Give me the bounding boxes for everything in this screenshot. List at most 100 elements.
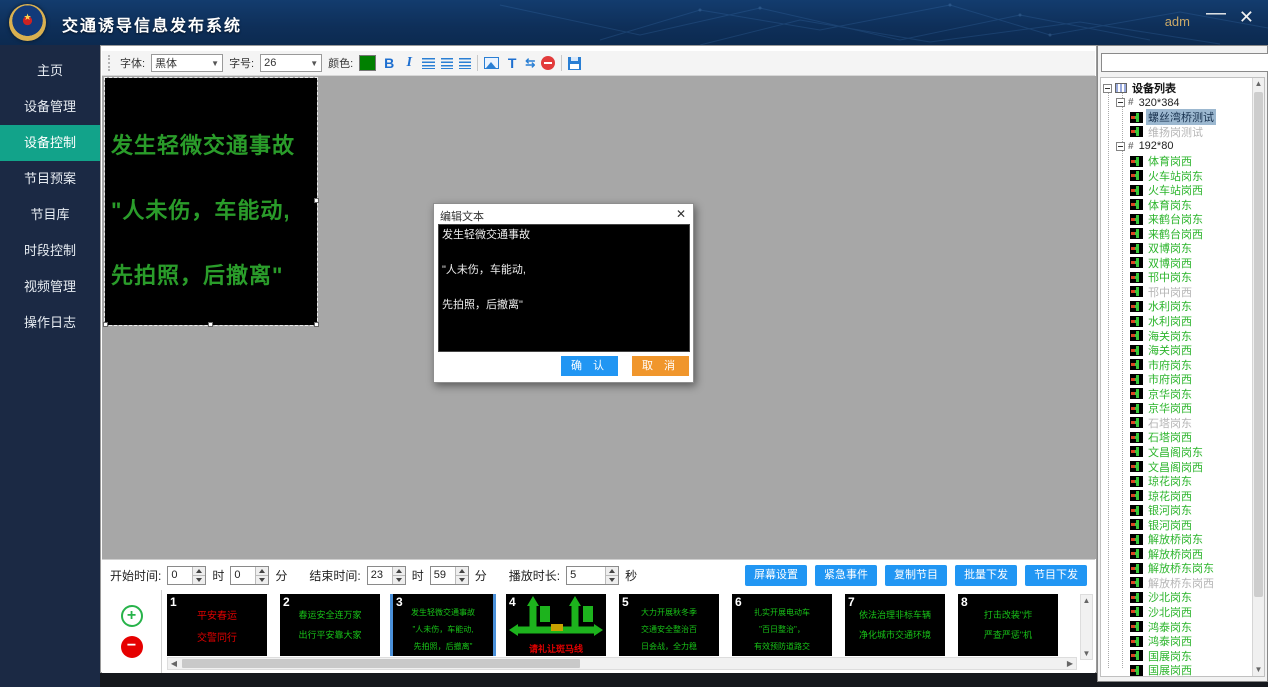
device-node[interactable]: 来鹤台岗西 xyxy=(1103,226,1251,241)
scrollbar-track[interactable] xyxy=(180,658,1064,669)
action-button-0[interactable]: 屏幕设置 xyxy=(745,565,807,586)
resize-handle[interactable] xyxy=(314,198,319,203)
tree-vertical-scrollbar[interactable]: ▲ ▼ xyxy=(1252,78,1264,676)
spin-up-icon[interactable] xyxy=(193,567,205,575)
device-node[interactable]: 海关岗东 xyxy=(1103,328,1251,343)
device-node[interactable]: 来鹤台岗东 xyxy=(1103,212,1251,227)
insert-image-icon[interactable] xyxy=(484,57,499,69)
end-minute-stepper[interactable]: 59 xyxy=(430,566,469,585)
device-node[interactable]: 鸿泰岗东 xyxy=(1103,619,1251,634)
action-button-1[interactable]: 紧急事件 xyxy=(815,565,877,586)
device-tree-root[interactable]: 设备列表 xyxy=(1103,81,1251,96)
sidebar-item-0[interactable]: 主页 xyxy=(0,53,100,89)
device-node[interactable]: 沙北岗东 xyxy=(1103,590,1251,605)
device-node[interactable]: 京华岗西 xyxy=(1103,401,1251,416)
device-node[interactable]: 火车站岗东 xyxy=(1103,168,1251,183)
vertical-scrollbar[interactable]: ▲ ▼ xyxy=(1080,594,1093,660)
device-search-input[interactable] xyxy=(1101,53,1268,72)
spin-up-icon[interactable] xyxy=(606,567,618,575)
spin-up-icon[interactable] xyxy=(256,567,268,575)
device-node[interactable]: 邗中岗东 xyxy=(1103,270,1251,285)
minimize-icon[interactable]: — xyxy=(1206,4,1226,22)
program-thumbnail-8[interactable]: 8打击改装"炸严查严惩"机 xyxy=(958,594,1058,656)
sidebar-item-3[interactable]: 节目预案 xyxy=(0,161,100,197)
program-thumbnail-2[interactable]: 2春运安全连万家出行平安靠大家 xyxy=(280,594,380,656)
spin-up-icon[interactable] xyxy=(456,567,468,575)
device-group-0[interactable]: #320*384 xyxy=(1103,96,1251,111)
collapse-icon[interactable] xyxy=(1103,84,1112,93)
device-node[interactable]: 沙北岗西 xyxy=(1103,605,1251,620)
resize-handle[interactable] xyxy=(314,322,319,327)
duration-stepper[interactable]: 5 xyxy=(566,566,619,585)
spin-down-icon[interactable] xyxy=(606,575,618,584)
sidebar-item-2[interactable]: 设备控制 xyxy=(0,125,100,161)
font-size-select[interactable]: 26▼ xyxy=(260,54,322,72)
editor-canvas[interactable]: 发生轻微交通事故"人未伤，车能动,先拍照，后撤离" 编辑文本 ✕ 发生轻微交通事… xyxy=(102,76,1096,559)
device-node[interactable]: 国展岗西 xyxy=(1103,663,1251,677)
device-node[interactable]: 双博岗西 xyxy=(1103,256,1251,271)
device-node[interactable]: 石塔岗西 xyxy=(1103,430,1251,445)
device-node[interactable]: 解放桥东岗东 xyxy=(1103,561,1251,576)
confirm-button[interactable]: 确 认 xyxy=(561,356,618,376)
horizontal-scrollbar[interactable]: ◀ ▶ xyxy=(167,657,1077,670)
device-node[interactable]: 文昌阁岗东 xyxy=(1103,445,1251,460)
device-group-1[interactable]: #192*80 xyxy=(1103,139,1251,154)
scroll-down-icon[interactable]: ▼ xyxy=(1253,664,1264,676)
spacing-icon[interactable]: ⇆ xyxy=(525,56,535,70)
program-thumbnail-6[interactable]: 6扎实开展电动车"百日整治"，有效预防道路交通事故。 xyxy=(732,594,832,656)
resize-handle[interactable] xyxy=(103,322,108,327)
device-node[interactable]: 维扬岗测试 xyxy=(1103,125,1251,140)
collapse-icon[interactable] xyxy=(1116,142,1125,151)
device-node[interactable]: 市府岗西 xyxy=(1103,372,1251,387)
device-node[interactable]: 解放桥岗东 xyxy=(1103,532,1251,547)
program-thumbnail-4[interactable]: 4请礼让斑马线 xyxy=(506,594,606,656)
text-tool-icon[interactable]: T xyxy=(505,55,519,71)
program-thumbnail-3[interactable]: 3发生轻微交通事故"人未伤，车能动,先拍照，后撤离" xyxy=(393,594,493,656)
device-node[interactable]: 体育岗西 xyxy=(1103,154,1251,169)
save-icon[interactable] xyxy=(568,57,581,70)
start-hour-stepper[interactable]: 0 xyxy=(167,566,206,585)
scroll-up-icon[interactable]: ▲ xyxy=(1253,78,1264,90)
spin-down-icon[interactable] xyxy=(456,575,468,584)
scrollbar-thumb[interactable] xyxy=(182,659,580,668)
device-node[interactable]: 解放桥岗西 xyxy=(1103,547,1251,562)
device-node[interactable]: 水利岗西 xyxy=(1103,314,1251,329)
close-icon[interactable]: ✕ xyxy=(1239,8,1254,26)
device-node[interactable]: 双博岗东 xyxy=(1103,241,1251,256)
scroll-left-icon[interactable]: ◀ xyxy=(168,659,180,668)
spin-down-icon[interactable] xyxy=(256,575,268,584)
edit-textarea[interactable]: 发生轻微交通事故 "人未伤，车能动, 先拍照，后撤离" xyxy=(438,224,690,352)
sidebar-item-6[interactable]: 视频管理 xyxy=(0,269,100,305)
device-node[interactable]: 邗中岗西 xyxy=(1103,285,1251,300)
device-node[interactable]: 火车站岗西 xyxy=(1103,183,1251,198)
action-button-4[interactable]: 节目下发 xyxy=(1025,565,1087,586)
program-thumbnail-5[interactable]: 5大力开展秋冬季交通安全整治百日会战，全力稳定道路交通安全形势！ xyxy=(619,594,719,656)
scroll-down-icon[interactable]: ▼ xyxy=(1083,649,1091,658)
scrollbar-track[interactable] xyxy=(1253,90,1264,664)
start-minute-stepper[interactable]: 0 xyxy=(230,566,269,585)
program-thumbnail-1[interactable]: 1平安春运交警同行 xyxy=(167,594,267,656)
add-program-button[interactable]: + xyxy=(121,605,143,627)
sidebar-item-5[interactable]: 时段控制 xyxy=(0,233,100,269)
spin-down-icon[interactable] xyxy=(193,575,205,584)
program-thumbnail-7[interactable]: 7依法治理非标车辆净化城市交通环境 xyxy=(845,594,945,656)
spin-down-icon[interactable] xyxy=(393,575,405,584)
device-node[interactable]: 京华岗东 xyxy=(1103,386,1251,401)
device-node[interactable]: 海关岗西 xyxy=(1103,343,1251,358)
device-node[interactable]: 国展岗东 xyxy=(1103,648,1251,663)
device-node[interactable]: 琼花岗西 xyxy=(1103,488,1251,503)
italic-button[interactable]: I xyxy=(402,55,416,71)
scroll-right-icon[interactable]: ▶ xyxy=(1064,659,1076,668)
sidebar-item-1[interactable]: 设备管理 xyxy=(0,89,100,125)
action-button-2[interactable]: 复制节目 xyxy=(885,565,947,586)
device-node[interactable]: 银河岗西 xyxy=(1103,517,1251,532)
align-right-icon[interactable] xyxy=(459,58,471,69)
device-node[interactable]: 螺丝湾桥测试 xyxy=(1103,110,1251,125)
align-center-icon[interactable] xyxy=(441,58,453,69)
device-node[interactable]: 解放桥东岗西 xyxy=(1103,576,1251,591)
scroll-up-icon[interactable]: ▲ xyxy=(1083,596,1091,605)
device-node[interactable]: 体育岗东 xyxy=(1103,197,1251,212)
delete-item-icon[interactable] xyxy=(541,56,555,70)
device-node[interactable]: 琼花岗东 xyxy=(1103,474,1251,489)
device-node[interactable]: 水利岗东 xyxy=(1103,299,1251,314)
